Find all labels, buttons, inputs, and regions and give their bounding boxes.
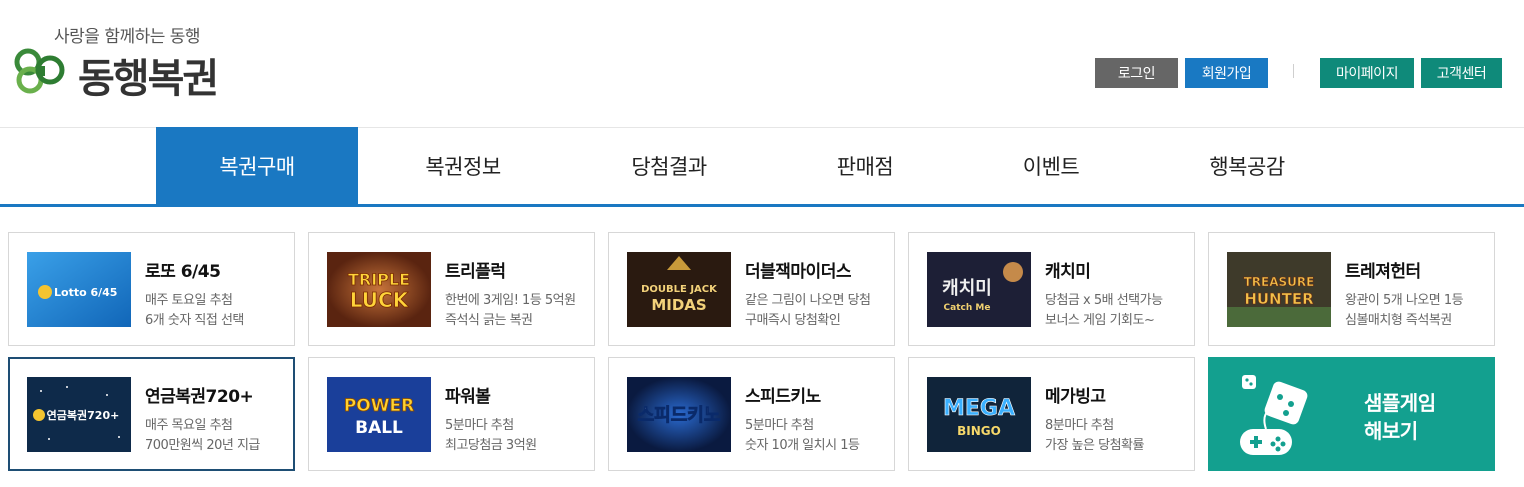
game-title: 연금복권720+ [145, 387, 254, 407]
game-card-triple-luck[interactable]: TRIPLE LUCK 트리플럭 한번에 3게임! 1등 5억원 즉석식 긁는 … [308, 232, 595, 346]
main-nav: 복권구매 복권정보 당첨결과 판매점 이벤트 행복공감 [0, 127, 1524, 204]
game-title: 더블잭마이더스 [745, 262, 851, 282]
lotto645-thumbnail: Lotto 6/45 [27, 252, 131, 327]
game-desc-2: 6개 숫자 직접 선택 [145, 313, 244, 328]
game-title: 스피드키노 [745, 387, 821, 407]
powerball-logo-line2: BALL [355, 418, 403, 438]
sample-game-label-line2: 해보기 [1364, 419, 1418, 443]
mega-bingo-logo-line1: MEGA [943, 396, 1015, 421]
treasure-hunter-thumbnail: TREASURE HUNTER [1227, 252, 1331, 327]
dice-gamepad-icon [1240, 375, 1308, 455]
catch-me-logo-line2: Catch Me [944, 303, 991, 313]
clover-logo-icon [14, 48, 65, 94]
powerball-thumbnail: POWER BALL [327, 377, 431, 452]
game-card-catch-me[interactable]: 캐치미 Catch Me 캐치미 당첨금 x 5배 선택가능 보너스 게임 기회… [908, 232, 1195, 346]
game-desc-1: 매주 토요일 추첨 [145, 293, 233, 308]
game-card-powerball[interactable]: POWER BALL 파워볼 5분마다 추첨 최고당첨금 3억원 [308, 357, 595, 471]
game-title: 로또 6/45 [145, 262, 221, 282]
treasure-logo-line1: TREASURE [1244, 275, 1315, 289]
game-desc-2: 구매즉시 당첨확인 [745, 313, 841, 328]
game-title: 트레져헌터 [1345, 262, 1421, 282]
mypage-button[interactable]: 마이페이지 [1320, 58, 1414, 88]
game-card-double-jack-midas[interactable]: DOUBLE JACK MIDAS 더블잭마이더스 같은 그림이 나오면 당첨 … [608, 232, 895, 346]
game-desc-1: 5분마다 추첨 [445, 418, 514, 433]
game-desc-2: 즉석식 긁는 복권 [445, 313, 533, 328]
site-logo[interactable]: 사랑을 함께하는 동행 동행복권 [14, 20, 244, 102]
game-card-treasure-hunter[interactable]: TREASURE HUNTER 트레져헌터 왕관이 5개 나오면 1등 심볼매치… [1208, 232, 1495, 346]
game-card-pension720[interactable]: 연금복권720+ 연금복권720+ 매주 목요일 추첨 700만원씩 20년 지… [8, 357, 295, 471]
game-desc-1: 5분마다 추첨 [745, 418, 814, 433]
game-desc-1: 같은 그림이 나오면 당첨 [745, 293, 871, 308]
triple-luck-thumbnail: TRIPLE LUCK [327, 252, 431, 327]
game-title: 메가빙고 [1045, 387, 1106, 407]
nav-item-results[interactable]: 당첨결과 [568, 127, 770, 204]
midas-logo-line1: DOUBLE JACK [641, 284, 718, 295]
double-jack-midas-thumbnail: DOUBLE JACK MIDAS [627, 252, 731, 327]
game-desc-2: 심볼매치형 즉석복권 [1345, 313, 1452, 328]
game-desc-2: 숫자 10개 일치시 1등 [745, 438, 860, 453]
lotto645-logo-text: Lotto 6/45 [54, 286, 117, 299]
game-desc-1: 한번에 3게임! 1등 5억원 [445, 293, 576, 308]
game-title: 트리플럭 [445, 262, 506, 282]
treasure-logo-line2: HUNTER [1244, 290, 1314, 308]
game-desc-1: 8분마다 추첨 [1045, 418, 1114, 433]
customer-center-button[interactable]: 고객센터 [1421, 58, 1502, 88]
game-desc-2: 보너스 게임 기회도~ [1045, 313, 1155, 328]
mega-bingo-logo-line2: BINGO [957, 424, 1001, 438]
mega-bingo-thumbnail: MEGA BINGO [927, 377, 1031, 452]
powerball-logo-line1: POWER [344, 396, 414, 416]
game-card-speed-keno[interactable]: 스피드키노 스피드키노 5분마다 추첨 숫자 10개 일치시 1등 [608, 357, 895, 471]
logo-slogan: 사랑을 함께하는 동행 [54, 27, 201, 47]
pension720-thumbnail: 연금복권720+ [27, 377, 131, 452]
triple-luck-logo-line2: LUCK [350, 288, 410, 312]
logo-text: 동행복권 [78, 56, 219, 102]
catch-me-logo-line1: 캐치미 [942, 278, 992, 299]
game-title: 캐치미 [1045, 262, 1091, 282]
catch-me-thumbnail: 캐치미 Catch Me [927, 252, 1031, 327]
signup-button[interactable]: 회원가입 [1185, 58, 1268, 88]
sample-game-button[interactable]: 샘플게임 해보기 [1208, 357, 1495, 471]
triple-luck-logo-line1: TRIPLE [348, 270, 410, 289]
util-divider [1293, 64, 1294, 78]
nav-item-lottery-info[interactable]: 복권정보 [362, 127, 564, 204]
game-desc-1: 매주 목요일 추첨 [145, 418, 233, 433]
sample-game-label-line1: 샘플게임 [1364, 391, 1436, 415]
speed-keno-logo-text: 스피드키노 [638, 405, 721, 426]
nav-item-happiness[interactable]: 행복공감 [1146, 127, 1348, 204]
game-desc-2: 최고당첨금 3억원 [445, 438, 537, 453]
nav-item-buy-lottery[interactable]: 복권구매 [156, 127, 358, 204]
game-desc-1: 왕관이 5개 나오면 1등 [1345, 293, 1464, 308]
game-card-lotto645[interactable]: Lotto 6/45 로또 6/45 매주 토요일 추첨 6개 숫자 직접 선택 [8, 232, 295, 346]
pension720-logo-text: 연금복권720+ [47, 408, 120, 422]
sample-game-label: 샘플게임 해보기 [1364, 389, 1436, 445]
game-desc-1: 당첨금 x 5배 선택가능 [1045, 293, 1163, 308]
nav-item-events[interactable]: 이벤트 [950, 127, 1152, 204]
nav-item-stores[interactable]: 판매점 [764, 127, 966, 204]
game-desc-2: 700만원씩 20년 지급 [145, 438, 260, 453]
game-card-mega-bingo[interactable]: MEGA BINGO 메가빙고 8분마다 추첨 가장 높은 당첨확률 [908, 357, 1195, 471]
login-button[interactable]: 로그인 [1095, 58, 1178, 88]
nav-bottom-bar [0, 204, 1524, 207]
game-desc-2: 가장 높은 당첨확률 [1045, 438, 1144, 453]
game-title: 파워볼 [445, 387, 491, 407]
speed-keno-thumbnail: 스피드키노 [627, 377, 731, 452]
midas-logo-line2: MIDAS [651, 296, 706, 314]
